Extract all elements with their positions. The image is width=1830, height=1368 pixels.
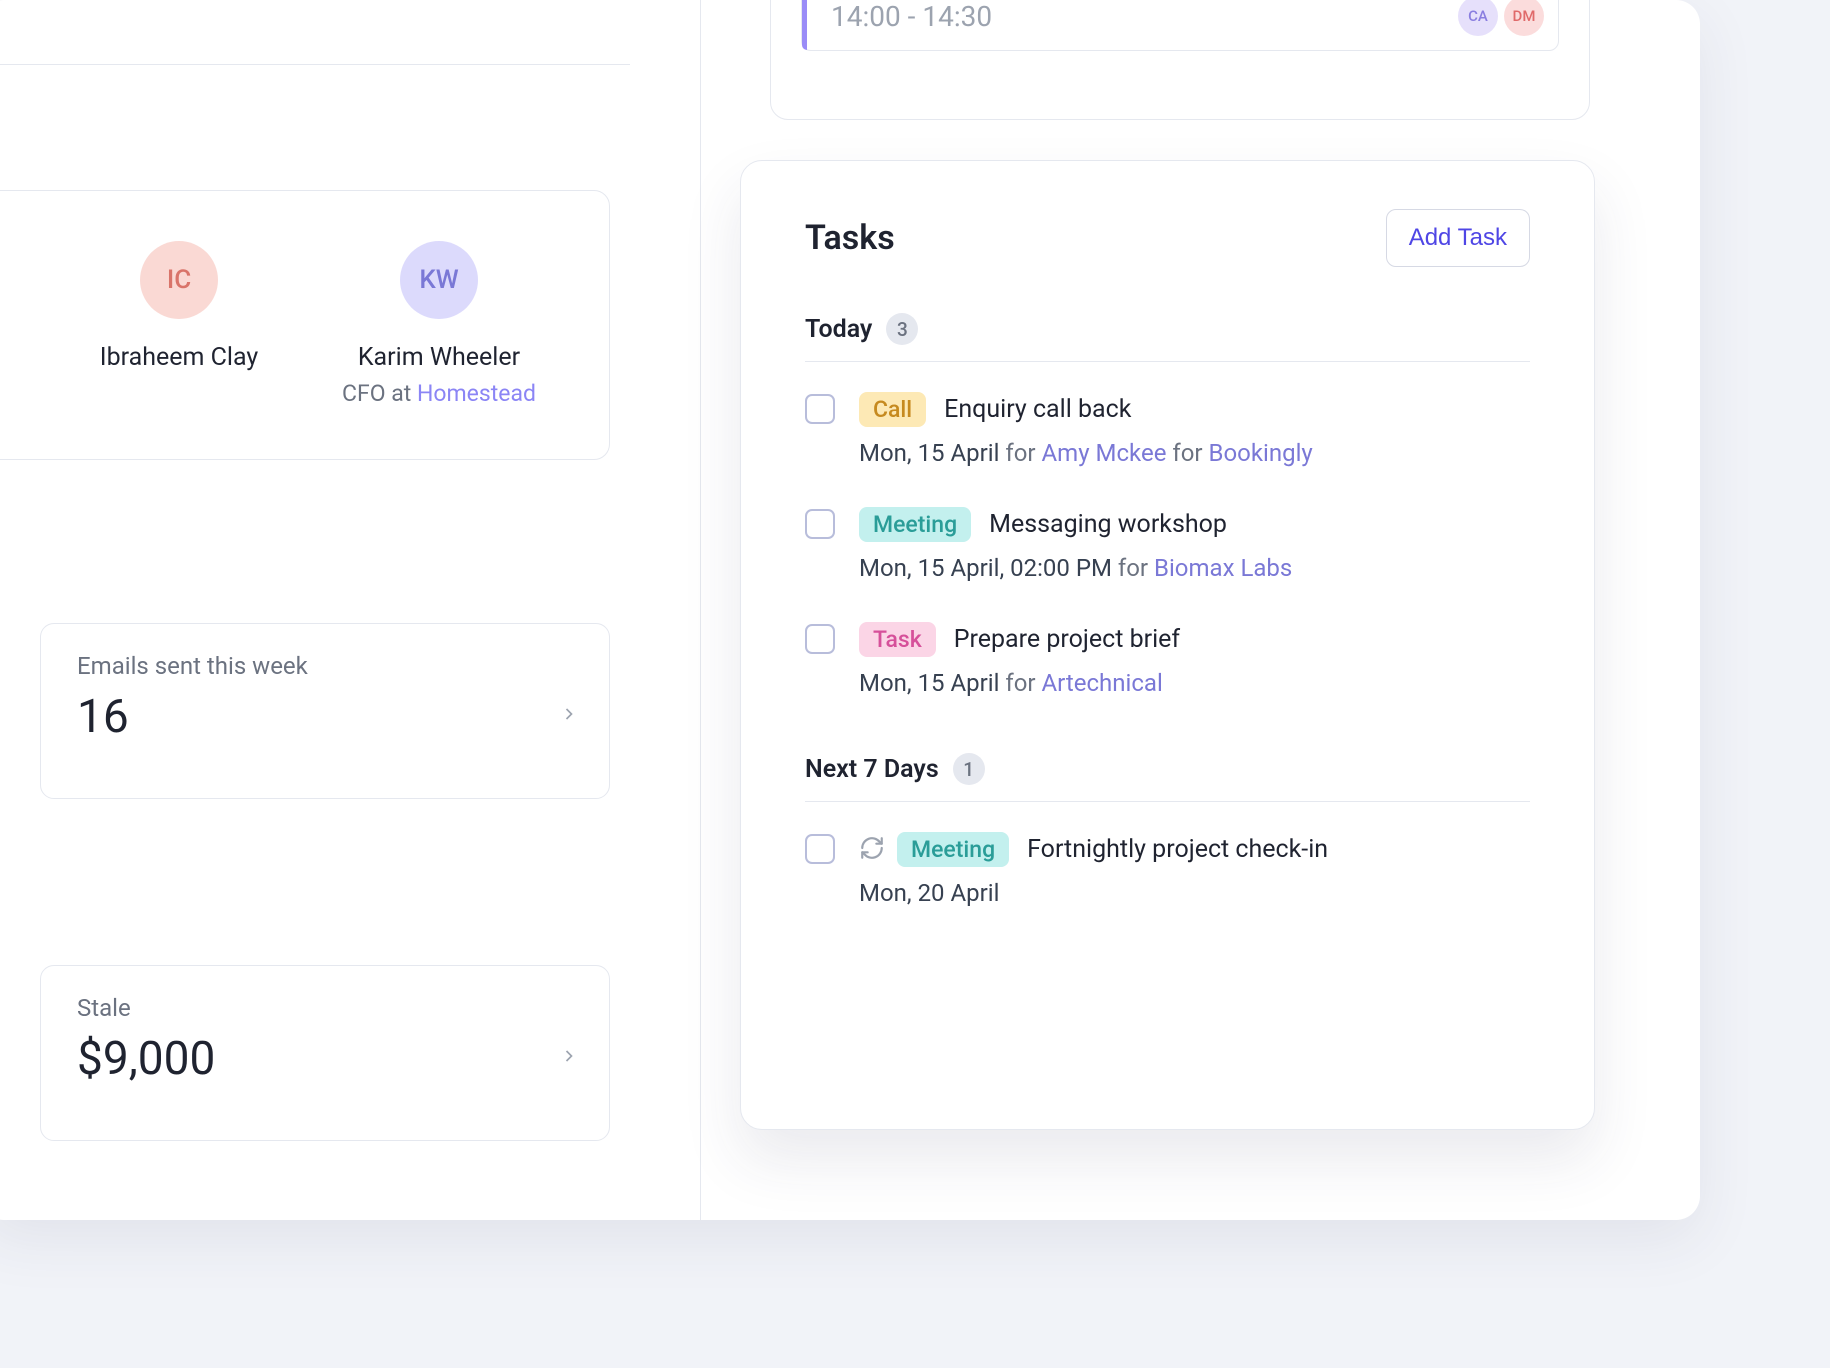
task-title[interactable]: Fortnightly project check-in (1027, 835, 1328, 864)
task-tag: Call (859, 392, 926, 427)
task-checkbox[interactable] (805, 834, 835, 864)
org-link[interactable]: Artechnical (1042, 669, 1163, 697)
task-tag: Task (859, 622, 936, 657)
task-meta: Mon, 15 April for Amy Mckee for Bookingl… (859, 439, 1530, 467)
task-title[interactable]: Messaging workshop (989, 510, 1227, 539)
company-link[interactable]: Homestead (417, 380, 536, 407)
chevron-right-icon (559, 704, 579, 724)
tasks-section-next7: Next 7 Days 1 (805, 753, 1530, 802)
chevron-right-icon (559, 1046, 579, 1066)
contacts-card: IC Ibraheem Clay KW Karim Wheeler CFO at… (0, 190, 610, 460)
tasks-title: Tasks (805, 218, 895, 258)
stat-value: 16 (77, 690, 573, 744)
contact-name: Ibraheem Clay (49, 343, 309, 372)
stat-card-emails[interactable]: Emails sent this week 16 (40, 623, 610, 799)
section-label: Today (805, 315, 872, 344)
tasks-section-today: Today 3 (805, 313, 1530, 362)
task-title[interactable]: Enquiry call back (944, 395, 1131, 424)
org-link[interactable]: Biomax Labs (1154, 554, 1292, 582)
recurring-icon (859, 835, 885, 865)
stat-label: Stale (77, 994, 573, 1022)
avatar: IC (140, 241, 218, 319)
contact-name: Karim Wheeler (309, 343, 569, 372)
tasks-card: Tasks Add Task Today 3 Call Enquiry call… (740, 160, 1595, 1130)
avatar: CA (1458, 0, 1498, 36)
calendar-event[interactable]: 14:00 - 14:30 CA DM (801, 0, 1559, 51)
task-row: Meeting Messaging workshop Mon, 15 April… (805, 507, 1530, 582)
event-time: 14:00 - 14:30 (831, 0, 1458, 33)
task-meta: Mon, 15 April, 02:00 PM for Biomax Labs (859, 554, 1530, 582)
stat-label: Emails sent this week (77, 652, 573, 680)
person-link[interactable]: Amy Mckee (1042, 439, 1167, 467)
task-row: Meeting Fortnightly project check-in Mon… (805, 832, 1530, 907)
task-tag: Meeting (859, 507, 971, 542)
contact-role: CFO at Homestead (309, 380, 569, 407)
contact-card[interactable]: KW Karim Wheeler CFO at Homestead (309, 191, 569, 459)
attendee-list: CA DM (1458, 0, 1544, 36)
task-row: Task Prepare project brief Mon, 15 April… (805, 622, 1530, 697)
event-color-bar (802, 0, 807, 50)
stat-value: $9,000 (77, 1032, 573, 1086)
org-link[interactable]: Bookingly (1209, 439, 1313, 467)
count-badge: 1 (953, 753, 985, 785)
contact-card[interactable]: IC Ibraheem Clay (49, 191, 309, 459)
divider (0, 64, 630, 65)
add-task-button[interactable]: Add Task (1386, 209, 1530, 267)
task-checkbox[interactable] (805, 394, 835, 424)
task-checkbox[interactable] (805, 509, 835, 539)
avatar: KW (400, 241, 478, 319)
count-badge: 3 (886, 313, 918, 345)
task-row: Call Enquiry call back Mon, 15 April for… (805, 392, 1530, 467)
task-meta: Mon, 20 April (859, 879, 1530, 907)
task-meta: Mon, 15 April for Artechnical (859, 669, 1530, 697)
stat-card-stale[interactable]: Stale $9,000 (40, 965, 610, 1141)
avatar: DM (1504, 0, 1544, 36)
task-title[interactable]: Prepare project brief (954, 625, 1180, 654)
divider (700, 0, 701, 1220)
calendar-card: 14:00 - 14:30 CA DM (770, 0, 1590, 120)
task-checkbox[interactable] (805, 624, 835, 654)
dashboard-panel: IC Ibraheem Clay KW Karim Wheeler CFO at… (0, 0, 1700, 1220)
task-tag: Meeting (897, 832, 1009, 867)
section-label: Next 7 Days (805, 755, 939, 784)
